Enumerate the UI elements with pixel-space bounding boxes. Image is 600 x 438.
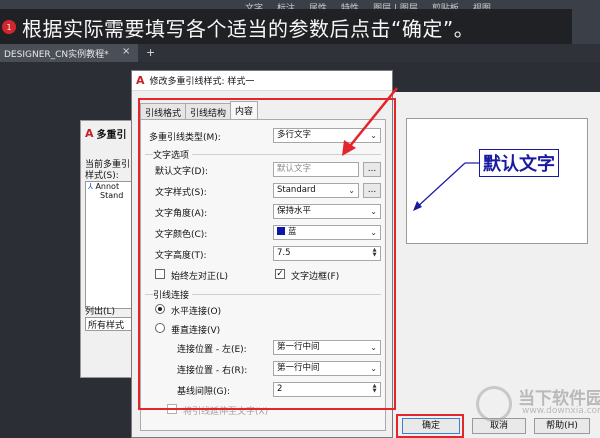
instruction-banner: 1 根据实际需要填写各个适当的参数后点击“确定”。	[0, 9, 572, 45]
instruction-text: 根据实际需要填写各个适当的参数后点击“确定”。	[22, 16, 475, 41]
annotation-highlight-ok-button	[396, 414, 464, 438]
document-tab-strip: DESIGNER_CN实例教程* ×	[0, 44, 600, 62]
list-filter-label: 列出(L)	[85, 307, 116, 317]
new-tab-plus-icon[interactable]: +	[146, 46, 155, 59]
document-tab[interactable]: DESIGNER_CN实例教程* ×	[0, 44, 138, 62]
help-button[interactable]: 帮助(H)	[534, 418, 590, 434]
dialog-title: 修改多重引线样式: 样式一	[149, 77, 255, 87]
multileader-style-manager-dialog: A 多重引 当前多重引 样式(S): ⅄ Annot Stand 列出(L) 所…	[80, 120, 137, 378]
autocad-logo-icon: A	[136, 74, 145, 87]
document-tab-label: DESIGNER_CN实例教程*	[4, 50, 109, 60]
watermark-logo-icon	[476, 386, 512, 422]
list-item[interactable]: Stand	[86, 191, 136, 200]
leader-arrow-icon	[413, 162, 479, 211]
close-icon[interactable]: ×	[122, 46, 130, 57]
step-number-badge: 1	[2, 20, 16, 34]
styles-label: 样式(S):	[85, 171, 119, 181]
autocad-logo-icon: A	[85, 126, 94, 140]
watermark-url: www.downxia.com	[522, 406, 600, 416]
list-item[interactable]: ⅄ Annot	[86, 182, 136, 191]
preview-text: 默认文字	[479, 149, 559, 177]
annotation-highlight-content-panel	[138, 98, 396, 410]
list-filter-select[interactable]: 所有样式	[85, 317, 137, 331]
back-dialog-title: A 多重引	[85, 126, 127, 141]
dialog-title-bar: A 修改多重引线样式: 样式一	[132, 71, 392, 91]
style-list[interactable]: ⅄ Annot Stand	[85, 181, 137, 309]
style-preview: 默认文字	[406, 118, 588, 244]
